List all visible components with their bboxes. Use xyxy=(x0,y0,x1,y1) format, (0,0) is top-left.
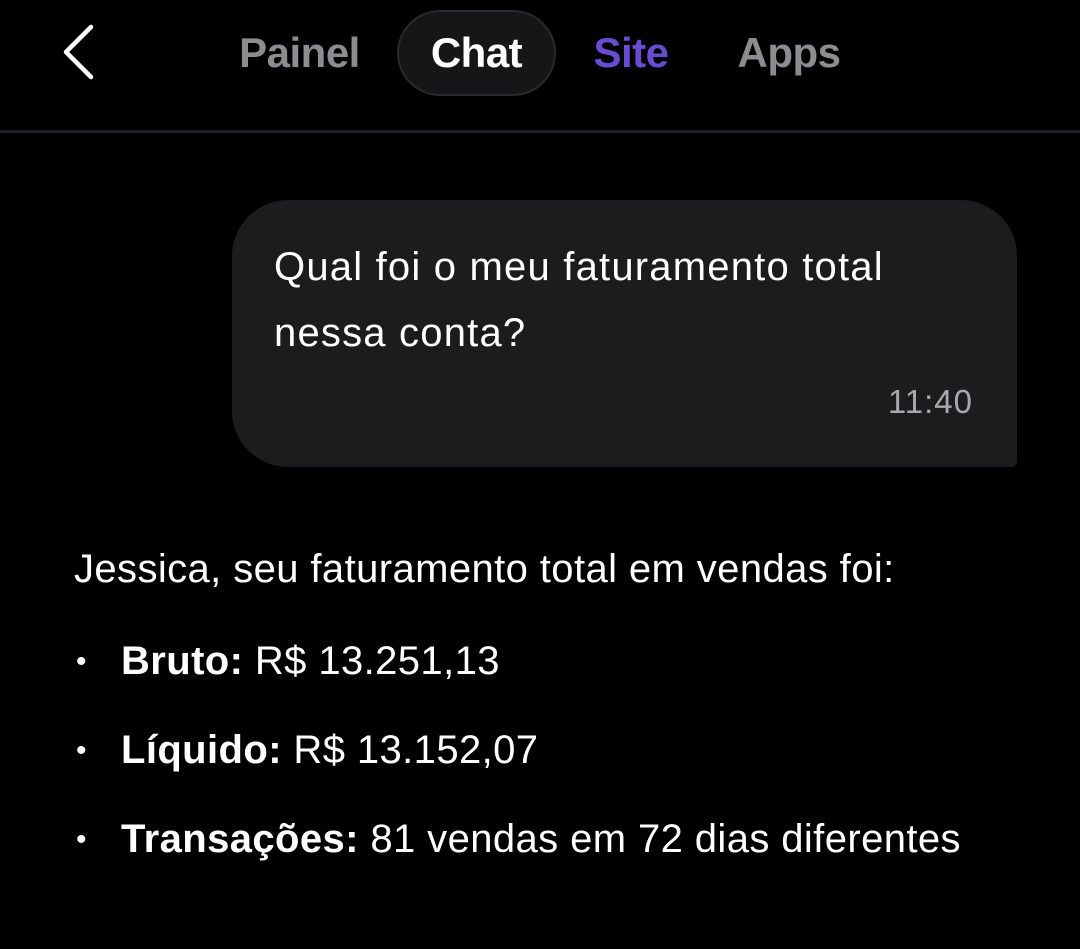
tab-painel[interactable]: Painel xyxy=(222,10,377,96)
user-message-text: Qual foi o meu faturamento total nessa c… xyxy=(274,245,884,355)
assistant-reply-intro: Jessica, seu faturamento total em vendas… xyxy=(74,547,895,591)
tab-chat[interactable]: Chat xyxy=(397,10,556,96)
list-item: • Transações: 81 vendas em 72 dias difer… xyxy=(74,806,1034,873)
bullet-icon: • xyxy=(76,645,87,678)
list-item-value: R$ 13.251,13 xyxy=(243,639,500,683)
bullet-icon: • xyxy=(76,823,87,856)
back-button[interactable] xyxy=(48,22,108,86)
tab-apps[interactable]: Apps xyxy=(722,10,856,96)
bullet-icon: • xyxy=(76,734,87,767)
user-message-bubble[interactable]: Qual foi o meu faturamento total nessa c… xyxy=(232,200,1017,467)
list-item: • Bruto: R$ 13.251,13 xyxy=(74,628,1034,695)
list-item-value: R$ 13.152,07 xyxy=(281,728,539,772)
tab-site[interactable]: Site xyxy=(572,10,690,96)
list-item-label: Líquido: xyxy=(121,728,282,772)
list-item-value: 81 vendas em 72 dias diferentes xyxy=(358,817,961,861)
list-item: • Líquido: R$ 13.152,07 xyxy=(74,717,1034,784)
top-navigation-bar: Painel Chat Site Apps xyxy=(0,0,1080,133)
assistant-reply-list: • Bruto: R$ 13.251,13 • Líquido: R$ 13.1… xyxy=(74,628,1034,895)
list-item-label: Transações: xyxy=(121,817,359,861)
message-timestamp: 11:40 xyxy=(887,383,973,420)
chevron-left-icon xyxy=(61,24,95,85)
list-item-label: Bruto: xyxy=(121,639,244,683)
